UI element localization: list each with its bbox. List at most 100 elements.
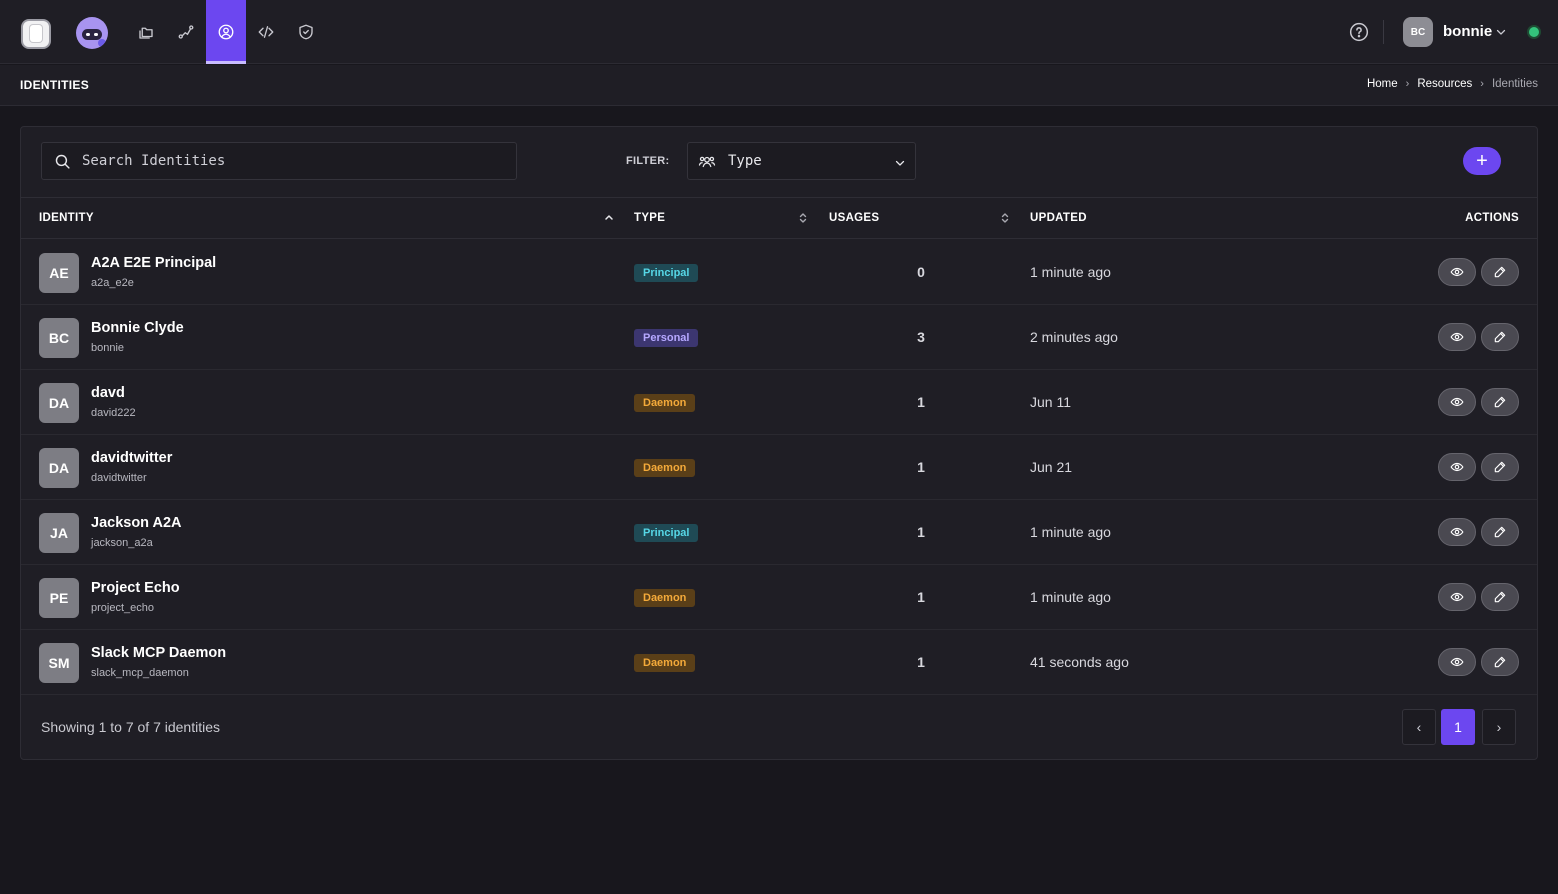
nav-resources[interactable] [126,0,166,64]
type-badge: Daemon [634,459,696,477]
edit-button[interactable] [1481,453,1519,481]
usage-count: 1 [917,394,925,410]
breadcrumb-home[interactable]: Home [1367,78,1398,90]
pencil-icon [1494,461,1506,473]
chevron-down-icon[interactable] [1495,26,1507,38]
table-row[interactable]: BC Bonnie Clyde bonnie Personal 3 2 minutes a… [21,305,1537,370]
app-logo[interactable] [21,19,51,49]
column-identity[interactable]: IDENTITY [39,212,94,224]
identity-handle: bonnie [91,342,125,354]
view-button[interactable] [1438,583,1476,611]
type-badge: Personal [634,329,699,347]
top-bar: BC bonnie [0,0,1558,64]
updated-time: 1 minute ago [1030,589,1111,605]
pencil-icon [1494,396,1506,408]
breadcrumb-resources[interactable]: Resources [1417,78,1472,90]
identity-name[interactable]: Project Echo [91,580,180,596]
column-usages[interactable]: USAGES [829,212,879,224]
table-row[interactable]: DA davidtwitter davidtwitter Daemon 1 Jun 21 [21,435,1537,500]
next-page-button[interactable]: › [1482,709,1516,745]
user-circle-icon [218,24,234,40]
pencil-icon [1494,331,1506,343]
identity-avatar: JA [39,513,79,553]
type-badge: Principal [634,524,699,542]
table-row[interactable]: SM Slack MCP Daemon slack_mcp_daemon Daemon… [21,630,1537,695]
table-row[interactable]: DA davd david222 Daemon 1 Jun 11 [21,370,1537,435]
view-button[interactable] [1438,648,1476,676]
identity-avatar: SM [39,643,79,683]
identity-name[interactable]: Slack MCP Daemon [91,645,226,661]
users-icon [698,156,716,168]
updated-time: Jun 11 [1030,394,1071,410]
breadcrumb: Home › Resources › Identities [1367,78,1538,90]
view-button[interactable] [1438,388,1476,416]
prev-page-button[interactable]: ‹ [1402,709,1436,745]
updated-time: Jun 21 [1030,459,1073,475]
type-badge: Daemon [634,394,696,412]
usage-count: 0 [917,264,925,280]
edit-button[interactable] [1481,323,1519,351]
eye-icon [1450,462,1464,472]
page-1-button[interactable]: 1 [1441,709,1475,745]
nav-security[interactable] [286,0,326,64]
column-type[interactable]: TYPE [634,212,665,224]
edit-button[interactable] [1481,648,1519,676]
updated-time: 1 minute ago [1030,264,1111,280]
search-box[interactable] [41,142,517,180]
pencil-icon [1494,266,1506,278]
usage-count: 3 [917,329,925,345]
filter-value: Type [728,153,762,169]
table-row[interactable]: JA Jackson A2A jackson_a2a Principal 1 1 minu… [21,500,1537,565]
breadcrumb-current: Identities [1491,78,1538,90]
nav-connections[interactable] [166,0,206,64]
code-icon [258,26,274,38]
view-button[interactable] [1438,453,1476,481]
pencil-icon [1494,526,1506,538]
identity-name[interactable]: davidtwitter [91,450,172,466]
usage-count: 1 [917,654,925,670]
mascot-logo[interactable] [76,17,108,49]
sort-asc-icon[interactable] [604,212,614,224]
type-filter-select[interactable]: Type [687,142,916,180]
edit-button[interactable] [1481,388,1519,416]
table-row[interactable]: PE Project Echo project_echo Daemon 1 1 minut… [21,565,1537,630]
column-updated[interactable]: UPDATED [1030,212,1087,224]
identity-handle: a2a_e2e [91,277,134,289]
usage-count: 1 [917,589,925,605]
identity-name[interactable]: Jackson A2A [91,515,182,531]
identity-name[interactable]: davd [91,385,125,401]
view-button[interactable] [1438,518,1476,546]
edit-button[interactable] [1481,258,1519,286]
eye-icon [1450,332,1464,342]
nav-code[interactable] [246,0,286,64]
table-header: IDENTITY TYPE USAGES UPDATED ACTIONS [21,197,1537,239]
usage-count: 1 [917,524,925,540]
view-button[interactable] [1438,258,1476,286]
edit-button[interactable] [1481,583,1519,611]
user-name[interactable]: bonnie [1443,23,1492,40]
edit-button[interactable] [1481,518,1519,546]
search-icon [55,154,70,169]
identity-name[interactable]: Bonnie Clyde [91,320,184,336]
filter-label: FILTER: [626,155,670,167]
search-input[interactable] [82,143,502,179]
eye-icon [1450,397,1464,407]
table-row[interactable]: AE A2A E2E Principal a2a_e2e Principal 0 1 mi… [21,240,1537,305]
nav-identities[interactable] [206,0,246,64]
identity-handle: project_echo [91,602,154,614]
sort-icon[interactable] [798,212,808,224]
page-header: IDENTITIES Home › Resources › Identities [0,65,1558,106]
eye-icon [1450,657,1464,667]
user-avatar[interactable]: BC [1403,17,1433,47]
view-button[interactable] [1438,323,1476,351]
sort-icon[interactable] [1000,212,1010,224]
chevron-right-icon: › [1480,78,1484,90]
identity-name[interactable]: A2A E2E Principal [91,255,216,271]
identities-card: FILTER: Type + IDENTITY TYPE USAGES UPDA… [20,126,1538,760]
chevron-down-icon [895,160,905,166]
help-icon[interactable] [1349,22,1369,42]
column-actions: ACTIONS [1465,212,1519,224]
add-identity-button[interactable]: + [1463,147,1501,175]
identity-avatar: BC [39,318,79,358]
updated-time: 2 minutes ago [1030,329,1118,345]
